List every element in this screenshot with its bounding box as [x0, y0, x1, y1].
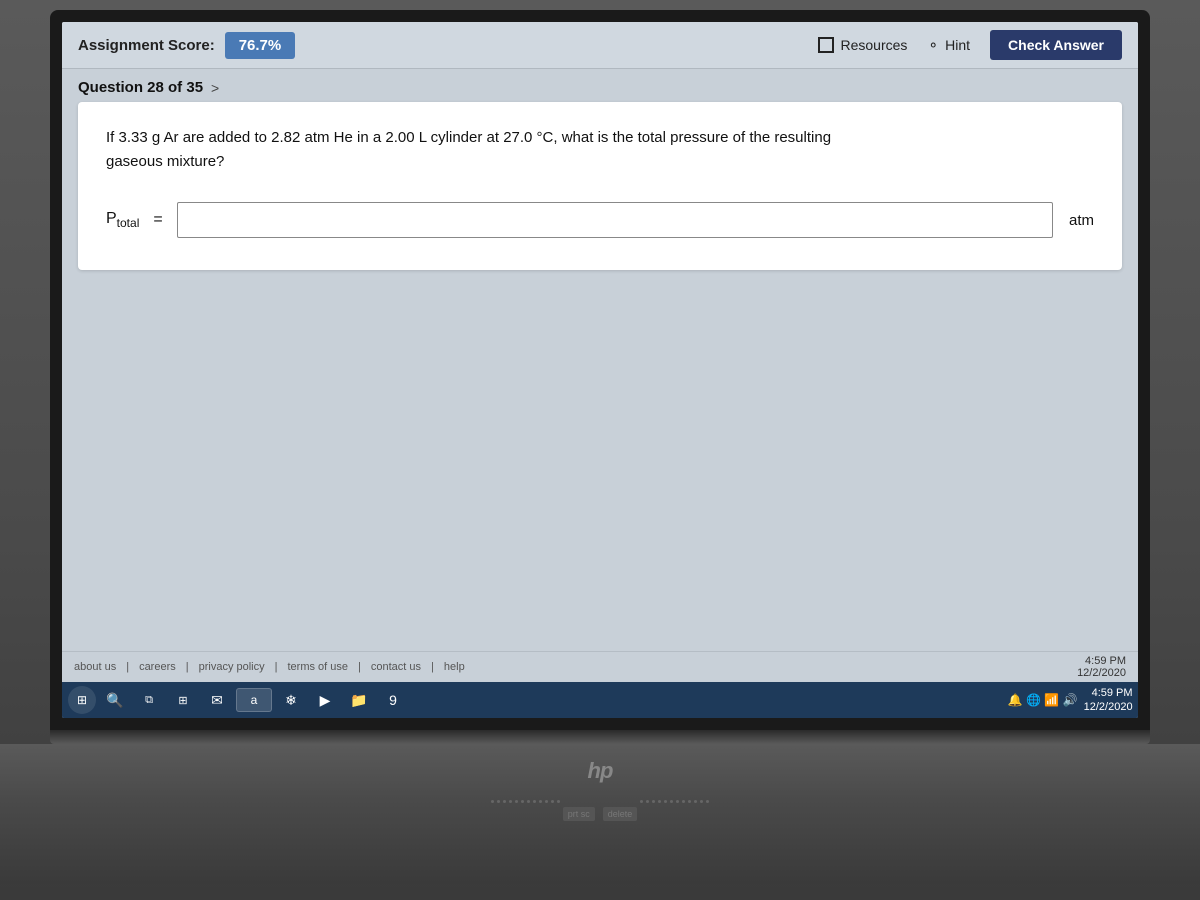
- footer-separator2: |: [186, 661, 189, 673]
- laptop-base: hp prt sc delete: [0, 744, 1200, 884]
- laptop-hinge: [50, 730, 1150, 744]
- taskbar-time-value: 4:59 PM: [1084, 686, 1133, 700]
- question-card: If 3.33 g Ar are added to 2.82 atm He in…: [78, 102, 1122, 270]
- footer-separator3: |: [275, 661, 278, 673]
- taskbar-date-value: 12/2/2020: [1084, 700, 1133, 714]
- question-line1: If 3.33 g Ar are added to 2.82 atm He in…: [106, 129, 831, 146]
- taskbar-system-tray: 🔔 🌐 📶 🔊: [1008, 693, 1078, 707]
- top-bar: Assignment Score: 76.7% Resources ⚬ Hint…: [62, 22, 1138, 69]
- taskbar-apps-icon[interactable]: ⊞: [168, 685, 198, 715]
- score-badge: 76.7%: [225, 32, 296, 59]
- content-spacer: [62, 280, 1138, 651]
- taskbar-task-view-icon[interactable]: ⧉: [134, 685, 164, 715]
- footer-contact-us[interactable]: contact us: [371, 661, 421, 673]
- footer-separator1: |: [126, 661, 129, 673]
- footer-date: 12/2/2020: [1077, 667, 1126, 679]
- resources-icon: [818, 37, 834, 53]
- footer-separator5: |: [431, 661, 434, 673]
- taskbar-search-icon[interactable]: 🔍: [100, 685, 130, 715]
- taskbar-right: 🔔 🌐 📶 🔊 4:59 PM 12/2/2020 💬: [1008, 686, 1138, 715]
- check-answer-button[interactable]: Check Answer: [990, 30, 1122, 60]
- resources-label: Resources: [840, 37, 907, 53]
- footer-time: 4:59 PM: [1077, 655, 1126, 667]
- resources-button[interactable]: Resources: [818, 37, 907, 53]
- footer-privacy-policy[interactable]: privacy policy: [199, 661, 265, 673]
- answer-input[interactable]: [177, 202, 1053, 238]
- question-text: If 3.33 g Ar are added to 2.82 atm He in…: [106, 126, 1094, 174]
- question-number: Question 28 of 35: [78, 79, 203, 96]
- taskbar-mail-icon[interactable]: ✉: [202, 685, 232, 715]
- question-line2: gaseous mixture?: [106, 153, 224, 170]
- taskbar-clock: 4:59 PM 12/2/2020: [1084, 686, 1133, 715]
- left-speaker: [491, 800, 560, 803]
- footer-careers[interactable]: careers: [139, 661, 176, 673]
- assignment-score-area: Assignment Score: 76.7%: [78, 32, 295, 59]
- taskbar-folder-icon[interactable]: 📁: [344, 685, 374, 715]
- p-total-sub: total: [117, 216, 140, 230]
- taskbar-snowflake-icon[interactable]: ❄: [276, 685, 306, 715]
- taskbar-start-button[interactable]: ⊞: [68, 686, 96, 714]
- taskbar-text-input-icon[interactable]: a: [236, 688, 272, 712]
- screen-footer: about us | careers | privacy policy | te…: [62, 651, 1138, 682]
- equals-sign: =: [153, 211, 162, 229]
- right-speaker: [640, 800, 709, 803]
- hint-button[interactable]: ⚬ Hint: [927, 37, 970, 54]
- taskbar-app-icon[interactable]: 9: [378, 685, 408, 715]
- footer-time-area: 4:59 PM 12/2/2020: [1077, 655, 1126, 679]
- question-header: Question 28 of 35 >: [62, 69, 1138, 102]
- footer-terms-of-use[interactable]: terms of use: [288, 661, 349, 673]
- hint-icon: ⚬: [927, 37, 939, 54]
- taskbar-media-icon[interactable]: ▶: [310, 685, 340, 715]
- assignment-score-label: Assignment Score:: [78, 37, 215, 54]
- screen-content: Assignment Score: 76.7% Resources ⚬ Hint…: [62, 22, 1138, 718]
- hp-logo: hp: [588, 758, 613, 784]
- main-content: Question 28 of 35 > If 3.33 g Ar are add…: [62, 69, 1138, 682]
- prt-sc-key[interactable]: prt sc: [563, 807, 595, 821]
- footer-separator4: |: [358, 661, 361, 673]
- chevron-right-icon[interactable]: >: [211, 80, 219, 96]
- delete-key[interactable]: delete: [603, 807, 638, 821]
- answer-row: Ptotal = atm: [106, 202, 1094, 238]
- top-bar-right: Resources ⚬ Hint Check Answer: [818, 30, 1122, 60]
- screen-bezel: Assignment Score: 76.7% Resources ⚬ Hint…: [50, 10, 1150, 730]
- p-total-label: Ptotal: [106, 210, 139, 230]
- taskbar: ⊞ 🔍 ⧉ ⊞ ✉ a ❄ ▶ 📁 9 🔔 🌐 📶 🔊 4: [62, 682, 1138, 718]
- laptop-shell: Assignment Score: 76.7% Resources ⚬ Hint…: [0, 0, 1200, 900]
- hint-label: Hint: [945, 37, 970, 53]
- check-answer-label: Check Answer: [1008, 37, 1104, 53]
- bottom-keys-area: prt sc delete: [563, 807, 638, 821]
- speaker-grilles: [491, 794, 709, 803]
- footer-help[interactable]: help: [444, 661, 465, 673]
- footer-about-us[interactable]: about us: [74, 661, 116, 673]
- unit-label: atm: [1069, 212, 1094, 229]
